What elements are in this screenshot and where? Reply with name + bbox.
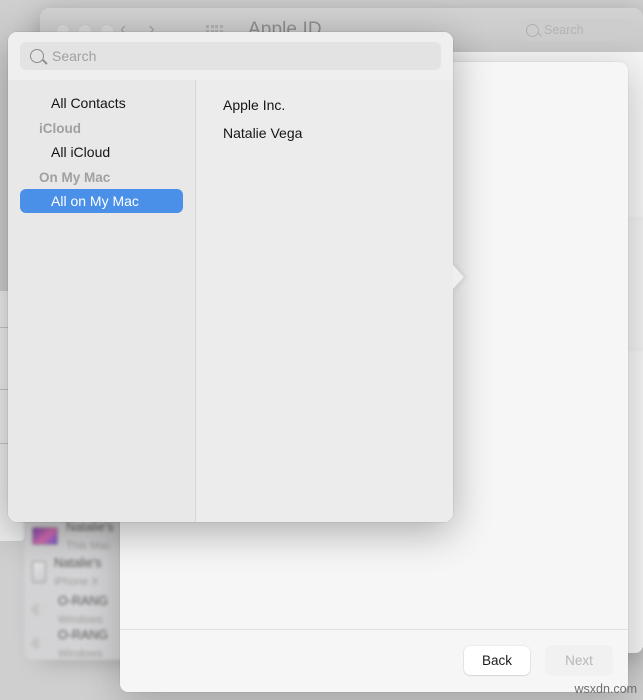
sidebar-header-icloud: iCloud xyxy=(39,120,81,136)
sidebar-item-all-contacts[interactable]: All Contacts xyxy=(20,91,183,115)
sidebar-header-on-my-mac: On My Mac xyxy=(39,169,111,185)
search-placeholder: Search xyxy=(52,48,97,64)
generic-device-icon xyxy=(32,635,50,653)
contacts-sidebar: All Contacts iCloud All iCloud On My Mac… xyxy=(8,80,196,522)
device-labels: Natalie's iPhone X xyxy=(54,554,102,590)
back-button[interactable]: Back xyxy=(464,646,530,675)
sidebar-item-all-on-my-mac[interactable]: All on My Mac xyxy=(20,189,183,213)
device-list-item[interactable]: O-RANG Windows xyxy=(32,626,108,660)
device-list-item[interactable]: O-RANG Windows xyxy=(32,592,108,628)
device-list-item[interactable]: Natalie's This Mac xyxy=(32,518,114,554)
device-subtitle: iPhone X xyxy=(54,576,99,588)
device-name: Natalie's xyxy=(66,520,114,534)
screenshot-root: D ‹ › Apple ID Search xyxy=(0,0,643,700)
popover-arrow xyxy=(452,264,464,290)
iphone-icon xyxy=(32,561,46,583)
contacts-list: Apple Inc. Natalie Vega xyxy=(196,80,453,522)
device-name: Natalie's xyxy=(54,556,102,570)
device-subtitle: This Mac xyxy=(66,540,111,552)
popover-columns: All Contacts iCloud All iCloud On My Mac… xyxy=(8,80,453,522)
preferences-search-field[interactable]: Search xyxy=(520,19,631,41)
device-subtitle: Windows xyxy=(58,648,103,660)
generic-device-icon xyxy=(32,601,50,619)
contacts-picker-popover: Search All Contacts iCloud All iCloud On… xyxy=(8,32,464,522)
device-name: O-RANG xyxy=(58,628,108,642)
sheet-footer: Back Next xyxy=(120,630,628,692)
search-input[interactable]: Search xyxy=(20,42,441,70)
search-icon xyxy=(30,49,44,63)
contact-list-item[interactable]: Natalie Vega xyxy=(196,119,453,147)
macbook-icon xyxy=(32,527,58,545)
device-labels: O-RANG Windows xyxy=(58,592,108,628)
device-labels: Natalie's This Mac xyxy=(66,518,114,554)
popover-search-bar: Search xyxy=(8,32,453,81)
sidebar-item-all-icloud[interactable]: All iCloud xyxy=(20,140,183,164)
device-name: O-RANG xyxy=(58,594,108,608)
device-subtitle: Windows xyxy=(58,614,103,626)
contact-list-item[interactable]: Apple Inc. xyxy=(196,91,453,119)
device-labels: O-RANG Windows xyxy=(58,626,108,660)
watermark: wsxdn.com xyxy=(574,682,637,696)
device-list-item[interactable]: Natalie's iPhone X xyxy=(32,554,102,590)
popover-inner: Search All Contacts iCloud All iCloud On… xyxy=(8,32,453,522)
next-button[interactable]: Next xyxy=(546,646,612,675)
search-placeholder: Search xyxy=(544,23,584,37)
search-icon xyxy=(526,23,539,37)
